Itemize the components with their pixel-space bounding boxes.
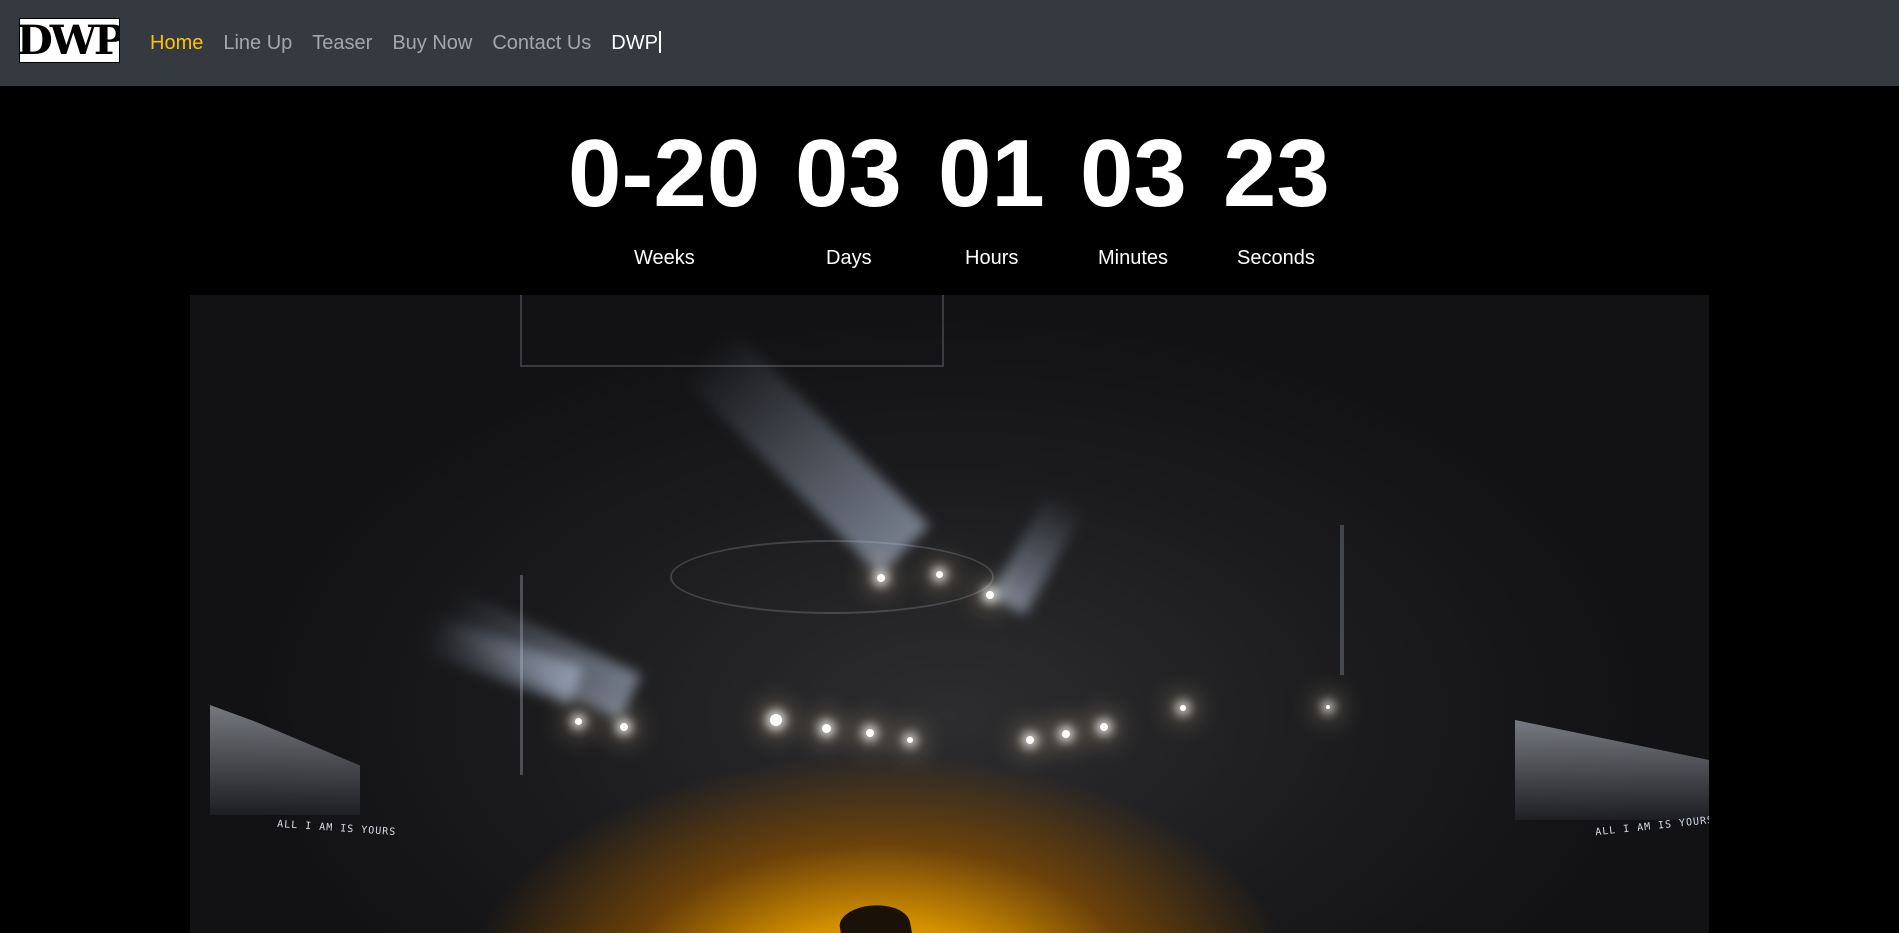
stage-light: [1326, 705, 1330, 709]
minutes-value: 03: [1080, 120, 1187, 227]
stage-light: [877, 574, 885, 582]
stage-light: [770, 714, 782, 726]
nav-link-contact-us[interactable]: Contact Us: [492, 32, 591, 55]
stage-light: [620, 723, 628, 731]
brand-logo[interactable]: DWP: [19, 18, 120, 63]
right-light-pole: [1340, 525, 1344, 675]
stage-light: [1026, 736, 1034, 744]
hours-value: 01: [938, 120, 1045, 227]
stage-light: [936, 571, 943, 578]
right-video-screen: [1515, 720, 1709, 820]
light-beam: [990, 491, 1085, 615]
stage-light: [822, 724, 831, 733]
weeks-label: Weeks: [634, 247, 695, 269]
stage-light: [575, 718, 582, 725]
seconds-value: 23: [1223, 120, 1330, 227]
stage-light: [1180, 705, 1186, 711]
left-screen-text: ALL I AM IS YOURS: [276, 818, 397, 839]
stage-light: [907, 737, 913, 743]
left-video-screen: [210, 705, 360, 815]
days-value: 03: [795, 120, 902, 227]
brand-logo-text: DWP: [19, 18, 120, 63]
hero-concert-image: ALL I AM IS YOURS ALL I AM IS YOURS: [190, 295, 1709, 933]
countdown: 0-20 Weeks 03 Days 01 Hours 03 Minutes 2…: [0, 86, 1899, 295]
days-label: Days: [826, 247, 872, 269]
seconds-label: Seconds: [1237, 247, 1315, 269]
crowd-hand-silhouette: [837, 899, 913, 933]
stage-light: [866, 729, 874, 737]
stage-light: [986, 591, 994, 599]
navbar: DWP Home Line Up Teaser Buy Now Contact …: [0, 0, 1899, 86]
nav-links: Home Line Up Teaser Buy Now Contact Us D…: [150, 0, 681, 86]
text-cursor: [658, 30, 661, 53]
minutes-label: Minutes: [1098, 247, 1169, 269]
nav-link-line-up[interactable]: Line Up: [223, 32, 292, 55]
weeks-value: 0-20: [568, 120, 761, 227]
hours-label: Hours: [965, 247, 1019, 269]
stage-light: [1062, 730, 1070, 738]
nav-link-dwp-label: DWP: [611, 31, 658, 54]
nav-link-teaser[interactable]: Teaser: [312, 32, 372, 55]
stage-light: [1100, 723, 1108, 731]
nav-link-buy-now[interactable]: Buy Now: [392, 32, 472, 55]
stage-rig-ring: [670, 540, 994, 614]
nav-link-home[interactable]: Home: [150, 32, 203, 55]
nav-link-dwp[interactable]: DWP: [611, 30, 661, 55]
